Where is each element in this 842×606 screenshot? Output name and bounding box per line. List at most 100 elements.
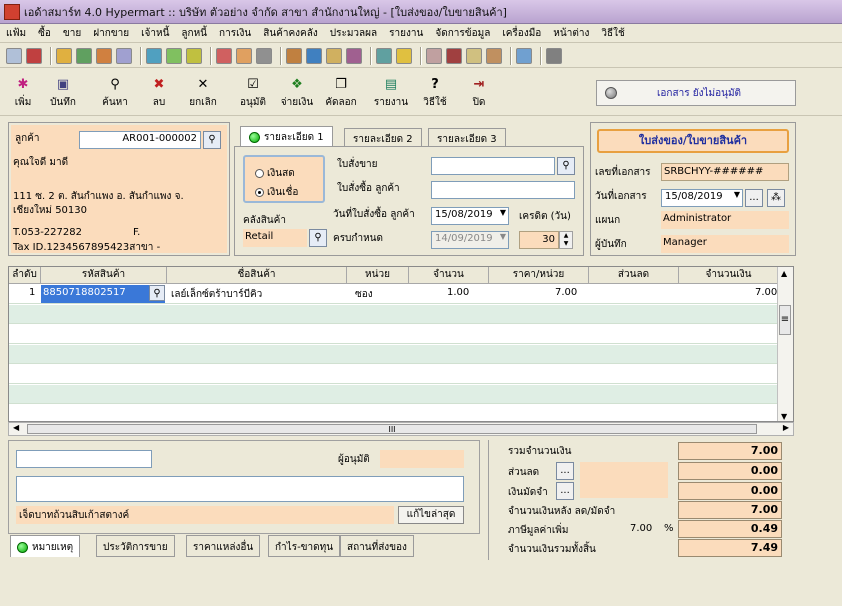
warehouse-lookup-button[interactable]: ⚲ bbox=[309, 229, 327, 247]
table-row[interactable] bbox=[9, 305, 779, 324]
col-header-name[interactable]: ชื่อสินค้า bbox=[167, 267, 347, 284]
menu-receivables[interactable]: ลูกหนี้ bbox=[175, 26, 213, 41]
help-button[interactable]: ? วิธีใช้ bbox=[412, 74, 458, 114]
menu-payables[interactable]: เจ้าหนี้ bbox=[135, 26, 175, 41]
module-n-icon[interactable] bbox=[346, 47, 362, 64]
module-d-icon[interactable] bbox=[116, 47, 132, 64]
customer-lookup-button[interactable]: ⚲ bbox=[203, 131, 221, 149]
due-date-input[interactable]: 14/09/2019 ▼ bbox=[431, 231, 509, 249]
tab-detail-1[interactable]: รายละเอียด 1 bbox=[240, 126, 333, 146]
col-header-amount[interactable]: จำนวนเงิน bbox=[679, 267, 779, 284]
menu-tools[interactable]: เครื่องมือ bbox=[496, 26, 547, 41]
table-row[interactable] bbox=[9, 345, 779, 364]
tab-shipping-location[interactable]: สถานที่ส่งของ bbox=[340, 535, 414, 557]
approve-button[interactable]: ☑ อนุมัติ bbox=[230, 74, 276, 114]
tab-remarks[interactable]: หมายเหตุ bbox=[10, 535, 81, 557]
module-j-icon[interactable] bbox=[256, 47, 272, 64]
fix-latest-button[interactable]: แก้ไขล่าสุด bbox=[398, 506, 464, 524]
module-i-icon[interactable] bbox=[236, 47, 252, 64]
deposit-label: เงินมัดจำ bbox=[508, 487, 548, 498]
menu-inventory[interactable]: สินค้าคงคลัง bbox=[257, 26, 324, 41]
col-header-code[interactable]: รหัสสินค้า bbox=[41, 267, 167, 284]
find-button[interactable]: ⚲ ค้นหา bbox=[92, 74, 138, 114]
radio-cash[interactable]: เงินสด bbox=[255, 166, 295, 181]
doc-date-input[interactable]: 15/08/2019 ▼ bbox=[661, 189, 743, 207]
po-date-input[interactable]: 15/08/2019 ▼ bbox=[431, 207, 509, 225]
module-m-icon[interactable] bbox=[326, 47, 342, 64]
flag-icon[interactable] bbox=[26, 47, 42, 64]
customer-po-input[interactable] bbox=[431, 181, 575, 199]
menu-process[interactable]: ประมวลผล bbox=[324, 26, 383, 41]
menu-report[interactable]: รายงาน bbox=[383, 26, 429, 41]
sales-order-input[interactable] bbox=[431, 157, 555, 175]
exit-small-icon[interactable] bbox=[546, 47, 562, 64]
menu-data[interactable]: จัดการข้อมูล bbox=[429, 26, 496, 41]
credit-days-spinner[interactable]: ▲ ▼ bbox=[559, 231, 573, 249]
report-button[interactable]: ▤ รายงาน bbox=[368, 74, 414, 114]
module-h-icon[interactable] bbox=[216, 47, 232, 64]
note-textarea[interactable] bbox=[16, 476, 464, 502]
sales-order-lookup-button[interactable]: ⚲ bbox=[557, 157, 575, 175]
deposit-more-button[interactable]: ... bbox=[556, 482, 574, 500]
discount-more-button[interactable]: ... bbox=[556, 462, 574, 480]
col-header-unit[interactable]: หน่วย bbox=[347, 267, 409, 284]
table-row[interactable] bbox=[9, 365, 779, 384]
module-o-icon[interactable] bbox=[376, 47, 392, 64]
module-a-icon[interactable] bbox=[56, 47, 72, 64]
grid-horizontal-scrollbar[interactable]: ◀ III ▶ bbox=[8, 422, 794, 436]
add-icon: ✱ bbox=[17, 77, 29, 92]
module-b-icon[interactable] bbox=[76, 47, 92, 64]
tab-sales-history[interactable]: ประวัติการขาย bbox=[96, 535, 175, 557]
menu-consignment[interactable]: ฝากขาย bbox=[87, 26, 135, 41]
module-c-icon[interactable] bbox=[96, 47, 112, 64]
module-e-icon[interactable] bbox=[146, 47, 162, 64]
customer-code-input[interactable]: AR001-000002 bbox=[79, 131, 201, 149]
module-q-icon[interactable] bbox=[426, 47, 442, 64]
tab-detail-3[interactable]: รายละเอียด 3 bbox=[428, 128, 506, 148]
tab-detail-2[interactable]: รายละเอียด 2 bbox=[344, 128, 422, 148]
module-u-icon[interactable] bbox=[516, 47, 532, 64]
warehouse-field[interactable]: Retail bbox=[243, 229, 307, 247]
col-header-price[interactable]: ราคา/หน่วย bbox=[489, 267, 589, 284]
module-r-icon[interactable] bbox=[446, 47, 462, 64]
tab-other-prices[interactable]: ราคาแหล่งอื่น bbox=[186, 535, 261, 557]
copy-button[interactable]: ❐ คัดลอก bbox=[318, 74, 364, 114]
tab-profit-loss[interactable]: กำไร-ขาดทุน bbox=[268, 535, 341, 557]
module-g-icon[interactable] bbox=[186, 47, 202, 64]
menu-sales[interactable]: ขาย bbox=[57, 26, 87, 41]
menu-help[interactable]: วิธีใช้ bbox=[595, 26, 630, 41]
menu-finance[interactable]: การเงิน bbox=[213, 26, 257, 41]
col-header-discount[interactable]: ส่วนลด bbox=[589, 267, 679, 284]
module-l-icon[interactable] bbox=[306, 47, 322, 64]
table-row[interactable]: 1 8850718802517 ⚲ เลย์เล็กซ์ตร้าบาร์บีคิ… bbox=[9, 285, 779, 304]
doc-number-generate-button[interactable]: ⁂ bbox=[767, 189, 785, 207]
print-icon[interactable] bbox=[6, 47, 22, 64]
col-header-qty[interactable]: จำนวน bbox=[409, 267, 489, 284]
item-code-cell[interactable]: 8850718802517 bbox=[41, 285, 165, 303]
col-header-no[interactable]: ลำดับ bbox=[9, 267, 41, 284]
module-f-icon[interactable] bbox=[166, 47, 182, 64]
menu-window[interactable]: หน้าต่าง bbox=[547, 26, 595, 41]
radio-credit[interactable]: เงินเชื่อ bbox=[255, 185, 298, 200]
close-button[interactable]: ⇥ ปิด bbox=[456, 74, 502, 114]
window-title: เอด้าสมาร์ท 4.0 Hypermart :: บริษัท ตัวอ… bbox=[24, 5, 507, 19]
customer-po-label: ใบสั่งซื้อ ลูกค้า bbox=[337, 183, 400, 194]
module-s-icon[interactable] bbox=[466, 47, 482, 64]
doc-date-more-button[interactable]: ... bbox=[745, 189, 763, 207]
save-button[interactable]: ▣ บันทึก bbox=[40, 74, 86, 114]
module-p-icon[interactable] bbox=[396, 47, 412, 64]
delete-button[interactable]: ✖ ลบ bbox=[136, 74, 182, 114]
cancel-button[interactable]: ✕ ยกเลิก bbox=[180, 74, 226, 114]
module-t-icon[interactable] bbox=[486, 47, 502, 64]
module-k-icon[interactable] bbox=[286, 47, 302, 64]
credit-days-input[interactable]: 30 bbox=[519, 231, 559, 249]
table-row[interactable] bbox=[9, 325, 779, 344]
pay-button[interactable]: ❖ จ่ายเงิน bbox=[274, 74, 320, 114]
menu-file[interactable]: แฟ้ม bbox=[0, 26, 32, 41]
item-lookup-button[interactable]: ⚲ bbox=[149, 285, 165, 301]
menu-purchase[interactable]: ซื้อ bbox=[32, 26, 57, 41]
table-row[interactable] bbox=[9, 405, 779, 421]
note-short-input[interactable] bbox=[16, 450, 152, 468]
grid-vertical-scrollbar[interactable]: ▲ ≡ ▼ bbox=[777, 267, 793, 421]
table-row[interactable] bbox=[9, 385, 779, 404]
